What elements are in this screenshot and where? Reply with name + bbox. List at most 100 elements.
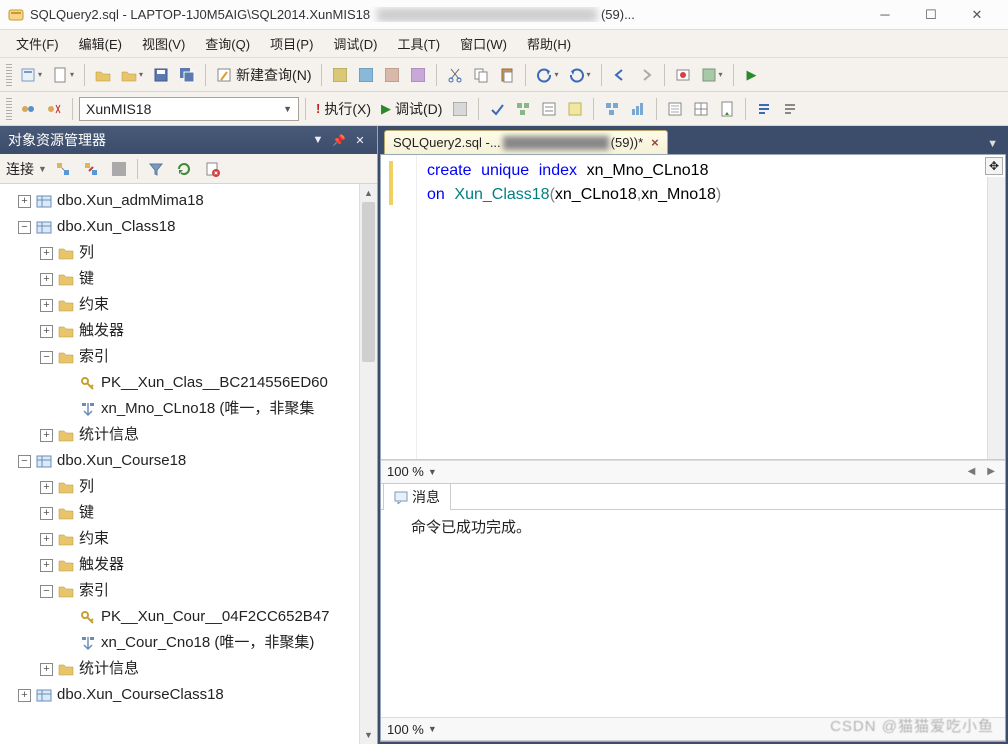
connect-label[interactable]: 连接	[6, 159, 34, 179]
expand-icon[interactable]: +	[40, 325, 53, 338]
menu-tools[interactable]: 工具(T)	[387, 30, 450, 57]
zoom-dropdown-icon[interactable]: ▼	[428, 467, 437, 477]
include-plan-button[interactable]	[600, 97, 624, 121]
panel-close-icon[interactable]: ✕	[351, 131, 369, 149]
stop-icon[interactable]	[107, 157, 131, 181]
menu-query[interactable]: 查询(Q)	[195, 30, 260, 57]
split-icon[interactable]: ✥	[985, 157, 1003, 175]
tree-node[interactable]: +键	[0, 500, 377, 526]
expand-icon[interactable]: −	[40, 585, 53, 598]
tree-node[interactable]: +触发器	[0, 552, 377, 578]
new-project-button[interactable]	[16, 63, 46, 87]
scroll-right-icon[interactable]: ▶	[983, 466, 999, 477]
zoom-value-bottom[interactable]: 100 %	[387, 722, 424, 737]
tree-node[interactable]: +触发器	[0, 318, 377, 344]
tree-node[interactable]: +dbo.Xun_admMima18	[0, 188, 377, 214]
tree-node[interactable]: +约束	[0, 526, 377, 552]
paste-button[interactable]	[495, 63, 519, 87]
intellisense-button[interactable]	[563, 97, 587, 121]
expand-icon[interactable]: +	[18, 195, 31, 208]
scroll-down-icon[interactable]: ▼	[360, 726, 377, 744]
expand-icon[interactable]: +	[18, 689, 31, 702]
expand-icon[interactable]: +	[40, 559, 53, 572]
comment-button[interactable]	[752, 97, 776, 121]
open-button[interactable]	[91, 63, 115, 87]
tree-node[interactable]: +dbo.Xun_CourseClass18	[0, 682, 377, 708]
scroll-left-icon[interactable]: ◀	[964, 466, 980, 477]
new-query-button[interactable]: 新建查询(N)	[212, 63, 315, 87]
menu-debug[interactable]: 调试(D)	[323, 30, 387, 57]
expand-icon[interactable]: +	[40, 299, 53, 312]
database-combo[interactable]: XunMIS18 ▼	[79, 97, 299, 121]
zoom-value[interactable]: 100 %	[387, 464, 424, 479]
disconnect-icon[interactable]	[79, 157, 103, 181]
menu-project[interactable]: 项目(P)	[260, 30, 323, 57]
disconnect-button[interactable]	[42, 97, 66, 121]
expand-icon[interactable]: −	[40, 351, 53, 364]
copy-button[interactable]	[469, 63, 493, 87]
tree-node[interactable]: xn_Mno_CLno18 (唯一，非聚集	[0, 396, 377, 422]
expand-icon[interactable]: +	[40, 247, 53, 260]
menu-file[interactable]: 文件(F)	[6, 30, 69, 57]
tree-node[interactable]: −索引	[0, 578, 377, 604]
nav-fwd-button[interactable]	[634, 63, 658, 87]
save-all-button[interactable]	[175, 63, 199, 87]
md-button[interactable]	[354, 63, 378, 87]
results-grid-button[interactable]	[689, 97, 713, 121]
include-stats-button[interactable]	[626, 97, 650, 121]
results-text-button[interactable]	[663, 97, 687, 121]
new-file-button[interactable]	[48, 63, 78, 87]
cancel-exec-button[interactable]	[448, 97, 472, 121]
messages-tab[interactable]: 消息	[383, 483, 451, 510]
object-tree[interactable]: +dbo.Xun_admMima18−dbo.Xun_Class18+列+键+约…	[0, 184, 377, 744]
tree-scrollbar[interactable]: ▲ ▼	[359, 184, 377, 744]
tab-close-icon[interactable]: ×	[651, 135, 659, 150]
tree-node[interactable]: +统计信息	[0, 422, 377, 448]
cut-button[interactable]	[443, 63, 467, 87]
query-options-button[interactable]	[537, 97, 561, 121]
tree-node[interactable]: +统计信息	[0, 656, 377, 682]
dm-button[interactable]	[380, 63, 404, 87]
zoom-dropdown-icon[interactable]: ▼	[428, 724, 437, 734]
expand-icon[interactable]: −	[18, 455, 31, 468]
open-recent-button[interactable]	[117, 63, 147, 87]
code-text[interactable]: create unique index xn_Mno_CLno18 on Xun…	[417, 155, 731, 459]
expand-icon[interactable]: +	[40, 507, 53, 520]
tree-node[interactable]: −dbo.Xun_Class18	[0, 214, 377, 240]
minimize-button[interactable]: ─	[862, 1, 908, 29]
tree-node[interactable]: PK__Xun_Cour__04F2CC652B47	[0, 604, 377, 630]
script-icon[interactable]	[200, 157, 224, 181]
redo-button[interactable]	[565, 63, 595, 87]
uncomment-button[interactable]	[778, 97, 802, 121]
start-button[interactable]: ▶	[740, 63, 764, 87]
toolbar-grip[interactable]	[6, 64, 12, 86]
expand-icon[interactable]: +	[40, 481, 53, 494]
menu-view[interactable]: 视图(V)	[132, 30, 195, 57]
debug-button[interactable]: ▶ 调试(D)	[377, 97, 446, 121]
toolbar-grip[interactable]	[6, 98, 12, 120]
filter-icon[interactable]	[144, 157, 168, 181]
menu-window[interactable]: 窗口(W)	[450, 30, 517, 57]
connect-icon[interactable]	[51, 157, 75, 181]
parse-button[interactable]	[485, 97, 509, 121]
panel-pin-icon[interactable]: 📌	[330, 131, 348, 149]
close-button[interactable]: ✕	[954, 1, 1000, 29]
expand-icon[interactable]: +	[40, 273, 53, 286]
menu-edit[interactable]: 编辑(E)	[69, 30, 132, 57]
tab-overflow-icon[interactable]: ▼	[983, 134, 1002, 154]
editor-scrollbar[interactable]	[987, 177, 1005, 459]
expand-icon[interactable]: +	[40, 663, 53, 676]
expand-icon[interactable]: −	[18, 221, 31, 234]
estimated-plan-button[interactable]	[511, 97, 535, 121]
document-tab[interactable]: SQLQuery2.sql -... (59))* ×	[384, 130, 668, 154]
tree-node[interactable]: +键	[0, 266, 377, 292]
tree-node[interactable]: PK__Xun_Clas__BC214556ED60	[0, 370, 377, 396]
maximize-button[interactable]: ☐	[908, 1, 954, 29]
tree-node[interactable]: +约束	[0, 292, 377, 318]
tree-node[interactable]: xn_Cour_Cno18 (唯一，非聚集)	[0, 630, 377, 656]
de-button[interactable]	[328, 63, 352, 87]
profile-button[interactable]	[697, 63, 727, 87]
undo-button[interactable]	[532, 63, 562, 87]
tree-node[interactable]: −索引	[0, 344, 377, 370]
save-button[interactable]	[149, 63, 173, 87]
